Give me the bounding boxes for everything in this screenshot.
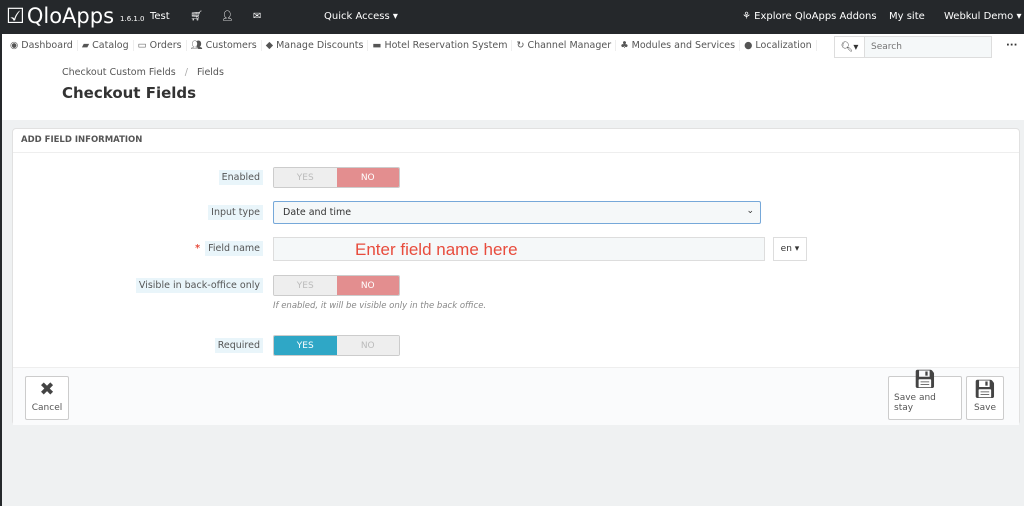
users-icon: 👥︎ xyxy=(190,39,203,51)
enabled-label: Enabled xyxy=(218,170,263,185)
breadcrumb-parent[interactable]: Checkout Custom Fields xyxy=(62,67,176,78)
input-type-select[interactable]: Date and time ⌄ xyxy=(273,201,761,224)
refresh-icon: ↻ xyxy=(516,39,525,51)
more-icon[interactable]: ··· xyxy=(1006,40,1017,51)
enabled-no[interactable]: NO xyxy=(336,168,399,187)
visible-bo-no[interactable]: NO xyxy=(336,276,399,295)
cart-icon[interactable]: 🛒︎ xyxy=(190,11,203,22)
breadcrumb-current: Fields xyxy=(197,67,224,78)
menu-localization[interactable]: ● Localization xyxy=(740,39,817,51)
panel-footer: ✖ Cancel 💾︎ Save and stay 💾︎ Save xyxy=(13,367,1019,425)
menu-catalog[interactable]: ▰ Catalog xyxy=(78,39,134,51)
input-type-label: Input type xyxy=(208,205,263,220)
field-name-label: * Field name xyxy=(195,241,263,256)
search-icon: 🔍︎ xyxy=(840,41,854,53)
page-title: Checkout Fields xyxy=(62,84,197,102)
save-icon: 💾︎ xyxy=(913,369,937,390)
save-and-stay-button[interactable]: 💾︎ Save and stay xyxy=(888,369,962,420)
logo-check-icon: ☑ xyxy=(6,4,25,28)
puzzle-icon: ♣ xyxy=(620,39,629,51)
cancel-button[interactable]: ✖ Cancel xyxy=(25,376,69,420)
dashboard-icon: ◉ xyxy=(10,39,19,51)
visible-bo-switch[interactable]: YES NO xyxy=(273,275,400,296)
shop-name[interactable]: Test xyxy=(150,11,170,22)
tags-icon: ◆ xyxy=(265,39,274,51)
menu-modules[interactable]: ♣ Modules and Services xyxy=(616,39,741,51)
field-panel: ADD FIELD INFORMATION Enabled YES NO Inpu… xyxy=(12,128,1020,425)
menu-orders[interactable]: ▭ Orders xyxy=(134,39,187,51)
search-type-button[interactable]: 🔍︎ ▾ xyxy=(835,37,865,57)
menu-channel[interactable]: ↻ Channel Manager xyxy=(512,39,617,51)
menu-discounts[interactable]: ◆ Manage Discounts xyxy=(262,39,369,51)
close-icon: ✖ xyxy=(39,379,55,400)
user-icon[interactable]: 👤︎ xyxy=(221,11,234,22)
enabled-yes[interactable]: YES xyxy=(274,168,337,187)
my-site-link[interactable]: My site xyxy=(889,11,925,22)
chevron-down-icon: ⌄ xyxy=(746,206,754,216)
required-no[interactable]: NO xyxy=(336,336,399,355)
top-bar: ☑ QloApps 1.6.1.0 Test 🛒︎ 👤︎ ✉ Quick Acces… xyxy=(2,0,1024,34)
visible-bo-yes[interactable]: YES xyxy=(274,276,337,295)
envelope-icon[interactable]: ✉ xyxy=(253,11,261,22)
version: 1.6.1.0 xyxy=(120,15,145,23)
credit-card-icon: ▭ xyxy=(137,39,147,51)
menu-customers[interactable]: 👥︎ Customers xyxy=(187,39,262,51)
bed-icon: ▬ xyxy=(372,39,382,51)
required-label: Required xyxy=(214,338,263,353)
globe-icon: ● xyxy=(744,39,753,51)
visible-bo-help: If enabled, it will be visible only in t… xyxy=(273,301,487,311)
addons-link[interactable]: ⚘ Explore QloApps Addons xyxy=(742,11,877,22)
search-input[interactable] xyxy=(865,37,991,57)
quick-access-dropdown[interactable]: Quick Access ▾ xyxy=(324,11,398,22)
required-yes[interactable]: YES xyxy=(274,336,337,355)
visible-bo-label: Visible in back-office only xyxy=(135,278,263,293)
save-icon: 💾︎ xyxy=(973,379,997,400)
menu-dashboard[interactable]: ◉ Dashboard xyxy=(6,39,78,51)
breadcrumb: Checkout Custom Fields / Fields xyxy=(62,67,224,78)
user-menu[interactable]: Webkul Demo ▾ xyxy=(944,11,1022,22)
language-dropdown[interactable]: en ▾ xyxy=(773,237,807,261)
search-box: 🔍︎ ▾ xyxy=(834,36,992,58)
panel-heading: ADD FIELD INFORMATION xyxy=(13,129,1019,153)
field-name-input[interactable]: Enter field name here xyxy=(273,237,765,261)
save-button[interactable]: 💾︎ Save xyxy=(966,376,1004,420)
book-icon: ▰ xyxy=(81,39,90,51)
header: ◉ Dashboard ▰ Catalog ▭ Orders 👥︎ Customers … xyxy=(2,34,1024,120)
qloapps-logo[interactable]: ☑ QloApps 1.6.1.0 xyxy=(6,4,145,28)
menu-hotel[interactable]: ▬ Hotel Reservation System xyxy=(368,39,513,51)
enabled-switch[interactable]: YES NO xyxy=(273,167,400,188)
required-switch[interactable]: YES NO xyxy=(273,335,400,356)
